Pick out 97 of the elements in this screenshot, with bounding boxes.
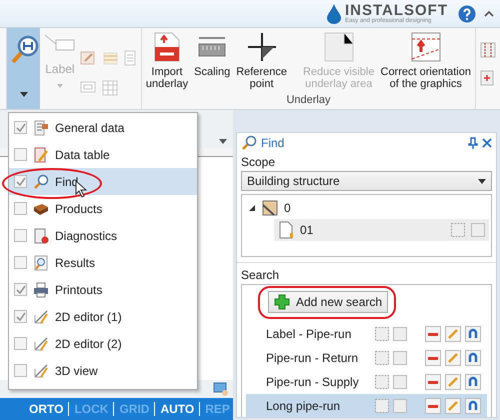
frame-icon[interactable] bbox=[80, 80, 96, 94]
collapse-caret-icon[interactable] bbox=[484, 10, 494, 18]
status-toggle[interactable]: ORTO bbox=[24, 402, 68, 416]
undo-icon[interactable] bbox=[465, 326, 481, 342]
list-icon[interactable] bbox=[124, 50, 136, 66]
pin-icon[interactable] bbox=[468, 137, 478, 149]
checkbox[interactable] bbox=[14, 121, 27, 134]
menu-item[interactable]: 3D view bbox=[9, 357, 197, 384]
printer-icon bbox=[33, 282, 49, 298]
water-drop-icon bbox=[326, 4, 341, 24]
remove-icon[interactable] bbox=[425, 374, 441, 390]
pencil-icon[interactable] bbox=[445, 374, 461, 390]
checkbox[interactable] bbox=[14, 364, 27, 377]
frame-icon[interactable] bbox=[375, 326, 389, 340]
remove-icon[interactable] bbox=[425, 326, 441, 342]
checkbox[interactable] bbox=[14, 229, 27, 242]
caret-icon bbox=[20, 92, 28, 97]
find-tool-button[interactable] bbox=[7, 28, 40, 109]
checkbox[interactable] bbox=[14, 202, 27, 215]
pencil-ruler-icon bbox=[33, 308, 49, 324]
status-toggle[interactable]: AUTO bbox=[154, 402, 200, 416]
file-icon bbox=[278, 221, 294, 239]
menu-item[interactable]: Products bbox=[9, 195, 197, 222]
search-icon bbox=[8, 34, 39, 66]
undo-icon[interactable] bbox=[465, 398, 481, 414]
search-item[interactable]: Pipe-run - Supply bbox=[246, 370, 487, 393]
square-icon[interactable] bbox=[393, 374, 407, 388]
checkbox[interactable] bbox=[14, 283, 27, 296]
document-icon bbox=[33, 120, 49, 136]
menu-item[interactable]: Data table bbox=[9, 141, 197, 168]
panel-title: Find bbox=[261, 136, 284, 150]
square-icon[interactable] bbox=[393, 398, 407, 412]
remove-icon[interactable] bbox=[425, 398, 441, 414]
search-item[interactable]: Long pipe-run bbox=[246, 394, 487, 417]
menu-item[interactable]: General data bbox=[9, 114, 197, 141]
floor-plan-icon bbox=[262, 200, 278, 216]
page-icon bbox=[324, 32, 354, 62]
monitor-touch-icon[interactable] bbox=[213, 382, 229, 396]
close-icon[interactable] bbox=[482, 138, 492, 148]
tree-item[interactable]: 01 bbox=[274, 219, 489, 241]
pencil-icon[interactable] bbox=[445, 326, 461, 342]
menu-item[interactable]: Printouts bbox=[9, 276, 197, 303]
frame-icon[interactable] bbox=[375, 398, 389, 412]
plus-icon bbox=[274, 294, 290, 310]
frame-icon[interactable] bbox=[375, 350, 389, 364]
add-search-button[interactable]: Add new search bbox=[268, 291, 388, 313]
frame-icon[interactable] bbox=[375, 374, 389, 388]
pencil-ruler-icon bbox=[33, 336, 49, 352]
marker-icon[interactable] bbox=[480, 70, 494, 86]
scope-dropdown[interactable]: Building structure bbox=[241, 171, 492, 191]
search-item[interactable]: Pipe-run - Return bbox=[246, 346, 487, 369]
checkbox[interactable] bbox=[14, 175, 27, 188]
square-icon[interactable] bbox=[393, 326, 407, 340]
magnifier-page-icon bbox=[33, 254, 49, 270]
remove-icon[interactable] bbox=[425, 350, 441, 366]
ribbon-button[interactable]: Scaling bbox=[192, 32, 232, 90]
tree-item[interactable]: 0 bbox=[244, 198, 489, 218]
edit-label-icon[interactable] bbox=[80, 50, 96, 66]
caret-icon bbox=[56, 84, 63, 88]
menu-item[interactable]: 2D editor (1) bbox=[9, 303, 197, 330]
search-icon bbox=[241, 135, 257, 151]
layers-icon[interactable] bbox=[102, 50, 118, 66]
checkbox[interactable] bbox=[14, 148, 27, 161]
square-icon[interactable] bbox=[471, 223, 485, 237]
pencil-sheet-icon bbox=[33, 146, 49, 162]
search-item[interactable]: Label - Pipe-run bbox=[246, 322, 487, 345]
clipboard-icon bbox=[33, 228, 49, 244]
grid-icon[interactable] bbox=[102, 80, 118, 96]
ribbon-button[interactable]: Correct orientation of the graphics bbox=[378, 32, 473, 90]
pencil-icon[interactable] bbox=[445, 350, 461, 366]
menu-item[interactable]: Diagnostics bbox=[9, 222, 197, 249]
menu-item[interactable]: 2D editor (2) bbox=[9, 330, 197, 357]
columns-icon[interactable] bbox=[480, 42, 496, 58]
pencil-icon[interactable] bbox=[445, 398, 461, 414]
search-label: Search bbox=[237, 262, 496, 284]
crosshair-icon bbox=[246, 32, 277, 62]
scope-label: Scope bbox=[240, 154, 276, 171]
undo-icon[interactable] bbox=[465, 374, 481, 390]
expand-triangle-icon[interactable] bbox=[248, 204, 256, 212]
arrow-frame-icon bbox=[410, 32, 441, 62]
search-icon bbox=[33, 174, 49, 190]
ribbon-button[interactable]: Reference point bbox=[234, 32, 289, 90]
help-icon[interactable] bbox=[458, 4, 476, 22]
group-title: Underlay bbox=[286, 94, 330, 106]
dwg-file-icon bbox=[154, 32, 180, 62]
undo-icon[interactable] bbox=[465, 350, 481, 366]
checkbox[interactable] bbox=[14, 256, 27, 269]
checkbox[interactable] bbox=[14, 310, 27, 323]
brand-name: INSTALSOFT bbox=[344, 3, 448, 18]
ribbon-button[interactable]: Import underlay bbox=[144, 32, 190, 90]
checkbox[interactable] bbox=[14, 337, 27, 350]
square-icon[interactable] bbox=[393, 350, 407, 364]
frame-icon[interactable] bbox=[451, 223, 465, 237]
dropdown-caret-icon[interactable] bbox=[219, 138, 227, 144]
menu-item[interactable]: Results bbox=[9, 249, 197, 276]
caret-icon bbox=[478, 178, 486, 184]
pencil-ruler-icon bbox=[33, 362, 49, 378]
